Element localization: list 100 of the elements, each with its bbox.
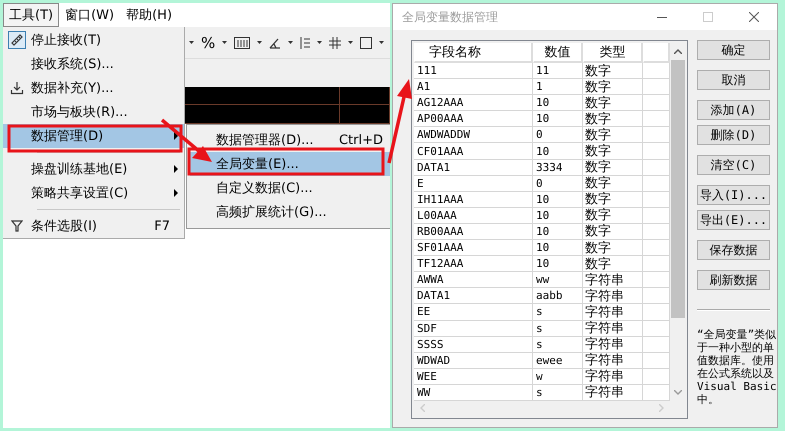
table-cell: 字符串 (583, 288, 643, 304)
submenu-item[interactable]: 高频扩展统计(G)... (190, 200, 390, 224)
square-icon (360, 36, 372, 48)
dropdown-caret-icon (348, 41, 354, 44)
scroll-left-icon (420, 404, 425, 412)
table-cell: 字符串 (583, 272, 643, 288)
table-cell: AG12AAA (414, 95, 533, 112)
column-header[interactable]: 字段名称 (414, 43, 533, 63)
dialog-button[interactable]: 导出(E)... (697, 210, 770, 230)
dialog-button[interactable]: 保存数据 (697, 240, 770, 260)
dialog-button[interactable]: 确定 (697, 40, 770, 60)
table-cell: A1 (414, 79, 533, 96)
table-cell: 10 (533, 208, 583, 224)
dialog-button[interactable]: 导入(I)... (697, 185, 770, 205)
column-header[interactable]: 类型 (583, 43, 643, 63)
menu-item[interactable]: 市场与板块(R)... (3, 100, 184, 124)
maximize-icon (703, 12, 713, 22)
menu-item[interactable]: 停止接收(T) (3, 28, 184, 52)
dropdown-caret-icon (288, 41, 294, 44)
table-cell: 数字 (583, 143, 643, 160)
menu-bar-item[interactable]: 窗口(W) (59, 3, 120, 27)
table-cell: DATA1 (414, 160, 533, 176)
menu-item[interactable]: 条件选股(I) F7 (3, 214, 184, 238)
table-cell: WDWAD (414, 352, 533, 369)
table-cell: AP00AAA (414, 111, 533, 128)
menu-item[interactable]: 数据补充(Y)... (3, 76, 184, 100)
table-cell: 1 (533, 79, 583, 96)
table-cell: w (533, 368, 583, 385)
table-cell: 字符串 (583, 368, 643, 385)
dropdown-caret-icon (257, 41, 262, 44)
dialog-button[interactable]: 清空(C) (697, 155, 770, 175)
table-cell: 字符串 (583, 352, 643, 369)
scroll-down-icon (674, 390, 682, 395)
table-cell: 10 (533, 143, 583, 160)
table-cell: 111 (414, 63, 533, 80)
table-cell: 字符串 (583, 304, 643, 320)
window-title: 全局变量数据管理 (402, 8, 499, 26)
menu-bar-item[interactable]: 帮助(H) (120, 3, 178, 27)
table-cell: E (414, 176, 533, 192)
table-cell: 3334 (533, 160, 583, 176)
dialog-button[interactable]: 刷新数据 (697, 270, 770, 290)
table-cell: TF12AAA (414, 256, 533, 272)
table-cell: RB00AAA (414, 224, 533, 240)
scroll-up-icon (674, 49, 682, 54)
column-header[interactable]: 数值 (533, 43, 583, 63)
table-cell: 10 (533, 256, 583, 272)
table-cell: s (533, 304, 583, 320)
menu-item[interactable]: 操盘训练基地(E) (3, 157, 184, 181)
table-cell: L00AAA (414, 208, 533, 224)
table-cell: ewee (533, 352, 583, 369)
table-cell: 10 (533, 111, 583, 128)
table-cell: 数字 (583, 160, 643, 176)
dialog-button[interactable]: 添加(A) (697, 100, 770, 120)
table-cell: IH11AAA (414, 192, 533, 208)
scrollbar-thumb[interactable] (671, 60, 685, 318)
table-cell: 数字 (583, 224, 643, 240)
table-cell: SF01AAA (414, 240, 533, 256)
menu-bar-item[interactable]: 工具(T) (3, 3, 60, 27)
table-cell: AWDWADDW (414, 127, 533, 144)
table-cell: AWWA (414, 272, 533, 288)
table-cell: 0 (533, 127, 583, 144)
table-cell: 数字 (583, 176, 643, 192)
dialog-button[interactable]: 取消 (697, 70, 770, 90)
table-cell: WEE (414, 368, 533, 385)
submenu-item[interactable]: 数据管理器(D)... Ctrl+D (190, 128, 390, 152)
table-cell: 数字 (583, 63, 643, 80)
table-cell: 10 (533, 224, 583, 240)
table-cell: SSSS (414, 336, 533, 353)
arrow (160, 118, 212, 162)
percent-button[interactable]: % (201, 34, 216, 52)
grid-icon (329, 36, 342, 48)
submenu-item[interactable]: 自定义数据(C)... (190, 176, 390, 200)
menu-item[interactable]: 策略共享设置(C) (3, 181, 184, 205)
table-cell: CF01AAA (414, 143, 533, 160)
angle-icon (269, 36, 282, 48)
dialog-button[interactable]: 删除(D) (697, 125, 770, 145)
table-cell: EE (414, 304, 533, 320)
description-text: “全局变量”类似于一种小型的单值数据库。使用在公式系统以及Visual Basic中。 (697, 328, 777, 406)
download-icon (10, 81, 24, 95)
table-cell: DATA1 (414, 288, 533, 304)
align-icon (300, 36, 310, 48)
table-cell: 11 (533, 63, 583, 80)
dropdown-caret-icon (317, 41, 322, 44)
table-cell: 数字 (583, 95, 643, 112)
filter-icon (11, 220, 23, 232)
table-cell: 数字 (583, 79, 643, 96)
menu-item[interactable]: 接收系统(S)... (3, 52, 184, 76)
table-cell: 数字 (583, 192, 643, 208)
close-icon (749, 12, 759, 22)
table-cell: 数字 (583, 127, 643, 144)
table-cell: aabb (533, 288, 583, 304)
table-cell: 10 (533, 95, 583, 112)
table-cell: 字符串 (583, 336, 643, 353)
minimize-icon (657, 16, 667, 18)
dropdown-caret-icon (222, 41, 228, 44)
table-cell: 数字 (583, 240, 643, 256)
table-cell: 字符串 (583, 320, 643, 337)
table-cell: ww (533, 272, 583, 288)
table-cell: SDF (414, 320, 533, 337)
table-cell: 数字 (583, 256, 643, 272)
